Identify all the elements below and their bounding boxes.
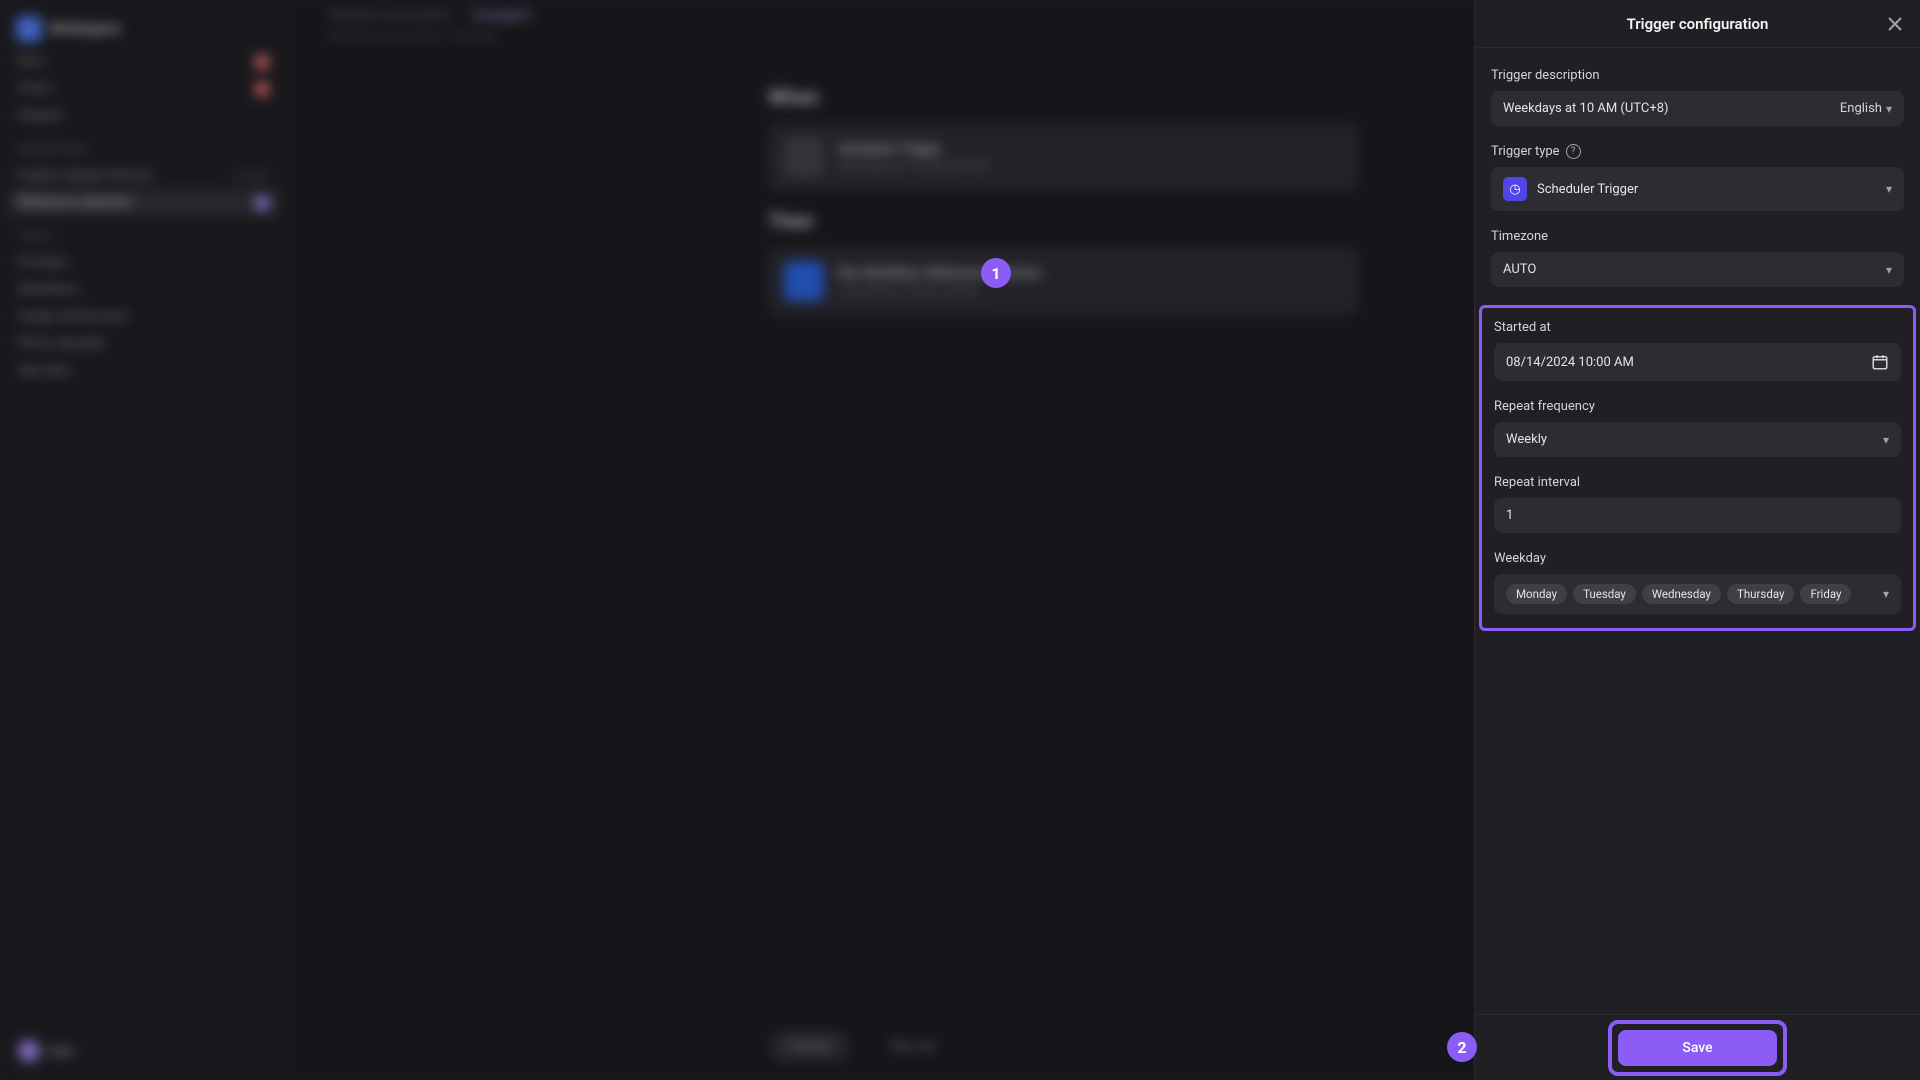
sidebar-item-english-update[interactable]: English Update Delivery3 hours [8,162,279,189]
sidebar-item-bots[interactable]: Bots [8,48,279,75]
panel-header: Trigger configuration [1475,0,1920,48]
tab-useragent[interactable]: Useragent [472,8,531,23]
sidebar-item-prompts[interactable]: Prompts [8,249,279,276]
sidebar-item-reference-selection[interactable]: Reference selection [8,189,279,216]
sidebar-item-flows[interactable]: Flows [8,75,279,102]
badge-dot [255,82,269,96]
sidebar-item-dataset[interactable]: Dataset [8,102,279,129]
trigger-config-panel: Trigger configuration Trigger descriptio… [1474,0,1920,1080]
timezone-select[interactable]: AUTO ▾ [1491,252,1904,287]
sidebar-item-workflows-tool[interactable]: Workflows [8,276,279,303]
chevron-down-icon: ▾ [1886,182,1892,196]
weekday-label: Weekday [1494,551,1901,566]
save-button-highlight: Save [1608,1020,1786,1076]
tab-workflow-automation[interactable]: Workflow automation [328,8,452,23]
workspace-header[interactable]: Workspace [8,10,279,48]
trigger-type-select[interactable]: ◷ Scheduler Trigger ▾ [1491,167,1904,211]
workspace-name: Workspace [50,21,120,37]
close-button[interactable] [1884,13,1906,35]
repeat-interval-input[interactable]: 1 [1494,498,1901,533]
panel-title: Trigger configuration [1627,15,1769,33]
calendar-icon [1871,353,1889,371]
sidebar: Workspace Bots Flows Dataset WORKFLOWS E… [0,0,288,1080]
weekday-chip-wednesday[interactable]: Wednesday [1642,584,1721,604]
repeat-frequency-value: Weekly [1506,432,1547,447]
sidebar-item-app-data[interactable]: App data [8,357,279,384]
sidebar-section-workflows: WORKFLOWS [8,129,279,162]
repeat-interval-value: 1 [1506,508,1513,523]
chevron-down-icon: ▾ [1883,433,1889,447]
flow-action-card[interactable]: Run Workflow: Reference selection Last e… [768,247,1358,315]
test-run-button[interactable]: Test run [889,1039,936,1054]
user-avatar [18,1040,40,1062]
badge-dot [255,55,269,69]
chevron-down-icon: ▾ [1886,263,1892,277]
started-at-label: Started at [1494,320,1901,335]
close-icon [1888,17,1902,31]
workspace-avatar [16,16,42,42]
user-name: User [48,1044,74,1059]
trigger-description-label: Trigger description [1491,68,1904,83]
repeat-frequency-select[interactable]: Weekly ▾ [1494,422,1901,457]
step-callout-2: 2 [1447,1032,1477,1062]
trigger-description-input[interactable]: Weekdays at 10 AM (UTC+8) English ▾ [1491,91,1904,126]
repeat-frequency-label: Repeat frequency [1494,399,1901,414]
trigger-description-value: Weekdays at 10 AM (UTC+8) [1503,101,1669,116]
timezone-value: AUTO [1503,262,1536,277]
step-callout-1: 1 [981,258,1011,288]
weekday-chip-thursday[interactable]: Thursday [1727,584,1794,604]
trigger-type-label: Trigger type ? [1491,144,1904,159]
started-at-value: 08/14/2024 10:00 AM [1506,355,1634,370]
repeat-interval-label: Repeat interval [1494,475,1901,490]
started-at-input[interactable]: 08/14/2024 10:00 AM [1494,343,1901,381]
sidebar-item-photo-uploader[interactable]: Photo uploader [8,330,279,357]
publish-button[interactable]: Publish [770,1031,849,1062]
save-button[interactable]: Save [1618,1030,1776,1066]
language-selector[interactable]: English ▾ [1840,101,1892,116]
weekday-chip-friday[interactable]: Friday [1800,584,1851,604]
workflow-run-icon [784,261,824,301]
trigger-type-value: Scheduler Trigger [1537,182,1638,197]
flow-trigger-card[interactable]: Scheduler Trigger Weekdays at 10 AM (UTC… [768,123,1358,191]
chevron-down-icon: ▾ [1883,587,1889,601]
sidebar-item-image-upload[interactable]: Image upload upon [8,303,279,330]
bottom-action-bar: Publish Test run [770,1031,936,1062]
weekday-select[interactable]: Monday Tuesday Wednesday Thursday Friday… [1494,574,1901,614]
timezone-label: Timezone [1491,229,1904,244]
weekday-chip-tuesday[interactable]: Tuesday [1573,584,1636,604]
sidebar-user-footer[interactable]: User [8,1032,279,1070]
scheduler-icon: ◷ [1503,177,1527,201]
highlighted-schedule-section: Started at 08/14/2024 10:00 AM Repeat fr… [1479,305,1916,631]
badge-dot [255,196,269,210]
weekday-chips: Monday Tuesday Wednesday Thursday Friday [1506,584,1883,604]
panel-footer: 2 Save [1475,1014,1920,1080]
scheduler-icon [784,137,824,177]
info-icon[interactable]: ? [1566,144,1581,159]
weekday-chip-monday[interactable]: Monday [1506,584,1567,604]
sidebar-section-tools: TOOLS [8,216,279,249]
chevron-down-icon: ▾ [1886,102,1892,116]
panel-body: Trigger description Weekdays at 10 AM (U… [1475,48,1920,1014]
